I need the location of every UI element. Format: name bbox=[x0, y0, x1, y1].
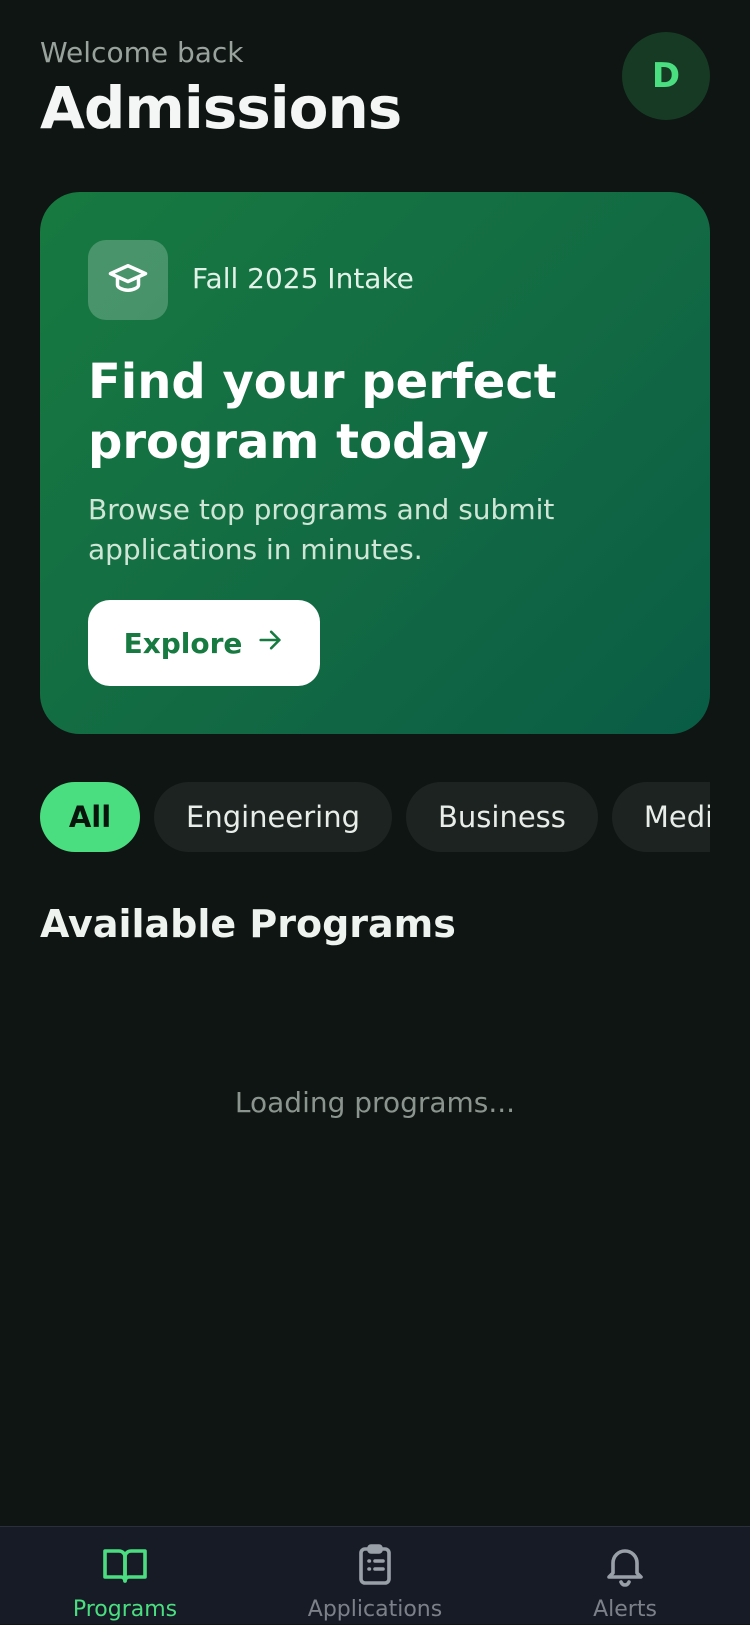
chip-all[interactable]: All bbox=[40, 782, 140, 852]
bottom-tab-bar: Programs Applications Alerts bbox=[0, 1526, 750, 1624]
hero-subtitle: Browse top programs and submit applicati… bbox=[88, 493, 555, 566]
chip-engineering[interactable]: Engineering bbox=[154, 782, 392, 852]
arrow-right-icon bbox=[256, 626, 284, 661]
header: Welcome back Admissions D bbox=[40, 30, 710, 142]
tab-programs[interactable]: Programs bbox=[0, 1527, 250, 1625]
clipboard-icon bbox=[351, 1541, 399, 1593]
category-filter-bar: AllEngineeringBusinessMedical bbox=[40, 782, 710, 852]
intake-label: Fall 2025 Intake bbox=[192, 262, 414, 295]
tab-label-alerts: Alerts bbox=[593, 1597, 657, 1622]
chip-medical[interactable]: Medical bbox=[611, 782, 710, 852]
avatar[interactable]: D bbox=[622, 32, 710, 120]
hero-card: Fall 2025 Intake Find your perfect progr… bbox=[40, 192, 710, 734]
explore-button-label: Explore bbox=[123, 626, 243, 660]
tab-applications[interactable]: Applications bbox=[250, 1527, 500, 1625]
explore-button[interactable]: Explore bbox=[88, 600, 320, 686]
graduation-cap-icon bbox=[107, 257, 149, 303]
hero-icon-badge bbox=[88, 240, 168, 320]
section-title: Available Programs bbox=[40, 902, 456, 946]
tab-label-applications: Applications bbox=[307, 1597, 443, 1622]
bell-icon bbox=[601, 1541, 649, 1593]
hero-title: Find your perfect program today bbox=[88, 354, 557, 470]
welcome-text: Welcome back bbox=[40, 36, 244, 69]
book-open-icon bbox=[101, 1541, 149, 1593]
page-title: Admissions bbox=[40, 74, 402, 142]
chip-business[interactable]: Business bbox=[406, 782, 598, 852]
tab-label-programs: Programs bbox=[72, 1597, 178, 1622]
loading-text: Loading programs... bbox=[234, 1086, 516, 1119]
tab-alerts[interactable]: Alerts bbox=[500, 1527, 750, 1625]
